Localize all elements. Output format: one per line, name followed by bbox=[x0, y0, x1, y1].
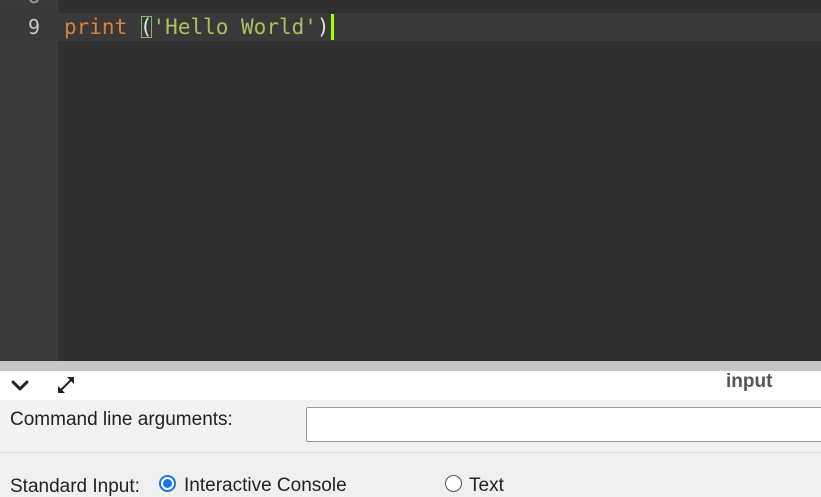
line-number: 8 bbox=[0, 0, 40, 10]
code-line-9[interactable]: 9 print ('Hello World') bbox=[0, 13, 821, 41]
text-label[interactable]: Text bbox=[469, 475, 504, 497]
panel-toolbar: input bbox=[0, 371, 821, 400]
text-cursor bbox=[330, 13, 334, 40]
code-text: print ('Hello World') bbox=[64, 13, 334, 41]
app-root: 8 9 print ('Hello World') inp bbox=[0, 0, 821, 497]
line-number: 9 bbox=[27, 15, 40, 39]
interactive-console-radio[interactable] bbox=[159, 475, 176, 492]
input-panel: input Command line arguments: Standard I… bbox=[0, 371, 821, 497]
divider bbox=[0, 452, 821, 453]
standard-input-label: Standard Input: bbox=[10, 476, 140, 497]
panel-splitter[interactable] bbox=[0, 361, 821, 371]
interactive-console-label[interactable]: Interactive Console bbox=[184, 475, 347, 497]
code-line-8[interactable]: 8 bbox=[0, 0, 821, 10]
command-args-input[interactable] bbox=[306, 407, 821, 442]
code-editor[interactable]: 8 9 print ('Hello World') bbox=[0, 0, 821, 361]
command-args-label: Command line arguments: bbox=[10, 409, 233, 430]
panel-title: input bbox=[726, 371, 773, 392]
chevron-down-icon[interactable] bbox=[7, 373, 33, 397]
function-token: print bbox=[64, 15, 128, 39]
line-number-gutter bbox=[0, 0, 58, 361]
close-paren-token: ) bbox=[316, 15, 330, 39]
text-radio[interactable] bbox=[445, 475, 462, 492]
standard-input-row: Standard Input: Interactive Console Text bbox=[0, 467, 821, 497]
open-paren-token: ( bbox=[139, 15, 153, 39]
string-token: 'Hello World' bbox=[152, 15, 317, 39]
command-args-row: Command line arguments: bbox=[0, 400, 821, 452]
expand-arrows-icon[interactable] bbox=[53, 373, 79, 397]
